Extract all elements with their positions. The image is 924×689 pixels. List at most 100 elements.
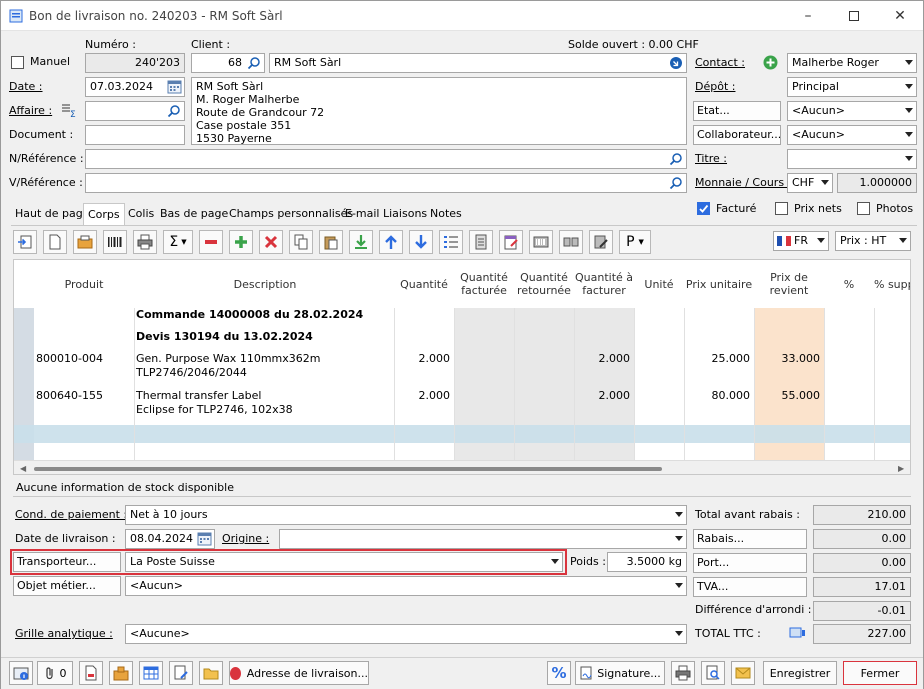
contact-select[interactable]: Malherbe Roger: [787, 53, 917, 73]
collaborateur-button[interactable]: Collaborateur...: [693, 125, 781, 145]
fermer-button[interactable]: Fermer: [843, 661, 917, 685]
prix-type-select[interactable]: Prix : HT: [835, 231, 911, 251]
calendar-icon[interactable]: [167, 79, 182, 94]
affaire-sum-icon[interactable]: Σ: [61, 102, 77, 118]
address-box[interactable]: RM Soft Sàrl M. Roger Malherbe Route de …: [191, 77, 687, 145]
scrollbar-thumb[interactable]: [34, 467, 662, 471]
client-id-field[interactable]: 68: [191, 53, 265, 73]
percent-icon[interactable]: %: [547, 661, 571, 685]
tab-notes[interactable]: Notes: [430, 207, 462, 220]
report-icon[interactable]: [169, 661, 193, 685]
attachments-button[interactable]: 0: [37, 661, 73, 685]
display-icon[interactable]: [789, 626, 806, 640]
origine-select[interactable]: [279, 529, 687, 549]
p-dropdown[interactable]: P ▼: [619, 230, 651, 254]
table-icon[interactable]: [139, 661, 163, 685]
photos-checkbox[interactable]: [857, 202, 870, 215]
tva-button[interactable]: TVA...: [693, 577, 807, 597]
stock-icon[interactable]: [109, 661, 133, 685]
horizontal-scrollbar[interactable]: ◀ ▶: [14, 460, 910, 474]
pdf-icon[interactable]: [79, 661, 103, 685]
table-row-commande[interactable]: Commande 14000008 du 28.02.2024: [136, 308, 363, 322]
titre-select[interactable]: [787, 149, 917, 169]
delete-line-icon[interactable]: [259, 230, 283, 254]
cond-paiement-select[interactable]: Net à 10 jours: [125, 505, 687, 525]
vref-field[interactable]: [85, 173, 687, 193]
collaborateur-select[interactable]: <Aucun>: [787, 125, 917, 145]
row4-produit[interactable]: 800640-155: [36, 389, 103, 403]
client-name-field[interactable]: RM Soft Sàrl: [269, 53, 687, 73]
affaire-field[interactable]: [85, 101, 185, 121]
paste-icon[interactable]: [319, 230, 343, 254]
numero-field[interactable]: 240'203: [85, 53, 185, 73]
row4-desc2[interactable]: Eclipse for TLP2746, 102x38: [136, 403, 293, 417]
row3-qte[interactable]: 2.000: [394, 352, 451, 366]
printer-line-icon[interactable]: [133, 230, 157, 254]
edit-document-icon[interactable]: [499, 230, 523, 254]
move-down-icon[interactable]: [409, 230, 433, 254]
row3-pu[interactable]: 25.000: [684, 352, 751, 366]
document-field[interactable]: [85, 125, 185, 145]
row3-produit[interactable]: 800010-004: [36, 352, 103, 366]
port-button[interactable]: Port...: [693, 553, 807, 573]
new-document-icon[interactable]: [43, 230, 67, 254]
minimize-button[interactable]: –: [785, 1, 831, 31]
barcode-icon[interactable]: [103, 230, 127, 254]
serial-number-icon[interactable]: [529, 230, 553, 254]
text-document-icon[interactable]: [469, 230, 493, 254]
monnaie-select[interactable]: CHF: [787, 173, 833, 193]
date-field[interactable]: 07.03.2024: [85, 77, 185, 97]
folder-icon[interactable]: [199, 661, 223, 685]
numbered-list-icon[interactable]: [439, 230, 463, 254]
signature-button[interactable]: Signature...: [575, 661, 665, 685]
article-icon[interactable]: [73, 230, 97, 254]
prix-nets-checkbox[interactable]: [775, 202, 788, 215]
copy-icon[interactable]: [289, 230, 313, 254]
row3-desc2[interactable]: TLP2746/2046/2044: [136, 366, 247, 380]
row4-pu[interactable]: 80.000: [684, 389, 751, 403]
maximize-button[interactable]: [831, 1, 877, 31]
tab-colis[interactable]: Colis: [128, 207, 154, 220]
nref-field[interactable]: [85, 149, 687, 169]
col-unite[interactable]: Unité: [634, 260, 684, 308]
tab-corps[interactable]: Corps: [83, 203, 125, 227]
language-select[interactable]: FR: [773, 231, 829, 251]
col-prix-revient[interactable]: Prix de revient: [754, 260, 824, 308]
remove-line-icon[interactable]: [199, 230, 223, 254]
vref-search-icon[interactable]: [669, 176, 683, 190]
lot-icon[interactable]: [559, 230, 583, 254]
close-button[interactable]: ✕: [877, 1, 923, 31]
col-prix-unitaire[interactable]: Prix unitaire: [684, 260, 754, 308]
row4-qaf[interactable]: 2.000: [574, 389, 631, 403]
tab-liaisons[interactable]: Liaisons: [383, 207, 427, 220]
tab-champs-personnalises[interactable]: Champs personnalisés: [229, 207, 353, 220]
poids-field[interactable]: 3.5000 kg: [607, 552, 687, 572]
tab-email[interactable]: E-mail: [345, 207, 380, 220]
manual-checkbox[interactable]: [11, 56, 24, 69]
col-quantite-facturee[interactable]: Quantité facturée: [454, 260, 514, 308]
col-quantite-a-facturer[interactable]: Quantité à facturer: [574, 260, 634, 308]
cours-field[interactable]: 1.000000: [837, 173, 917, 193]
row3-qaf[interactable]: 2.000: [574, 352, 631, 366]
col-percent[interactable]: %: [824, 260, 874, 308]
nref-search-icon[interactable]: [669, 152, 683, 166]
tab-haut-de-page[interactable]: Haut de page: [15, 207, 90, 220]
navigate-arrow-icon[interactable]: [669, 56, 683, 70]
row4-pr[interactable]: 55.000: [754, 389, 821, 403]
selected-empty-row[interactable]: [14, 425, 910, 443]
add-contact-icon[interactable]: [763, 55, 778, 70]
sum-dropdown-icon[interactable]: Σ ▼: [163, 230, 193, 254]
tools-icon[interactable]: [589, 230, 613, 254]
print-icon[interactable]: [671, 661, 695, 685]
etat-select[interactable]: <Aucun>: [787, 101, 917, 121]
date-livraison-field[interactable]: 08.04.2024: [125, 529, 215, 549]
info-icon[interactable]: [9, 661, 33, 685]
row4-desc[interactable]: Thermal transfer Label: [136, 389, 261, 403]
facture-checkbox[interactable]: [697, 202, 710, 215]
col-percent-supp[interactable]: % supp: [874, 260, 910, 308]
preview-icon[interactable]: [701, 661, 725, 685]
objet-metier-select[interactable]: <Aucun>: [125, 576, 687, 596]
col-quantite[interactable]: Quantité: [394, 260, 454, 308]
table-row-devis[interactable]: Devis 130194 du 13.02.2024: [136, 330, 313, 344]
rabais-button[interactable]: Rabais...: [693, 529, 807, 549]
